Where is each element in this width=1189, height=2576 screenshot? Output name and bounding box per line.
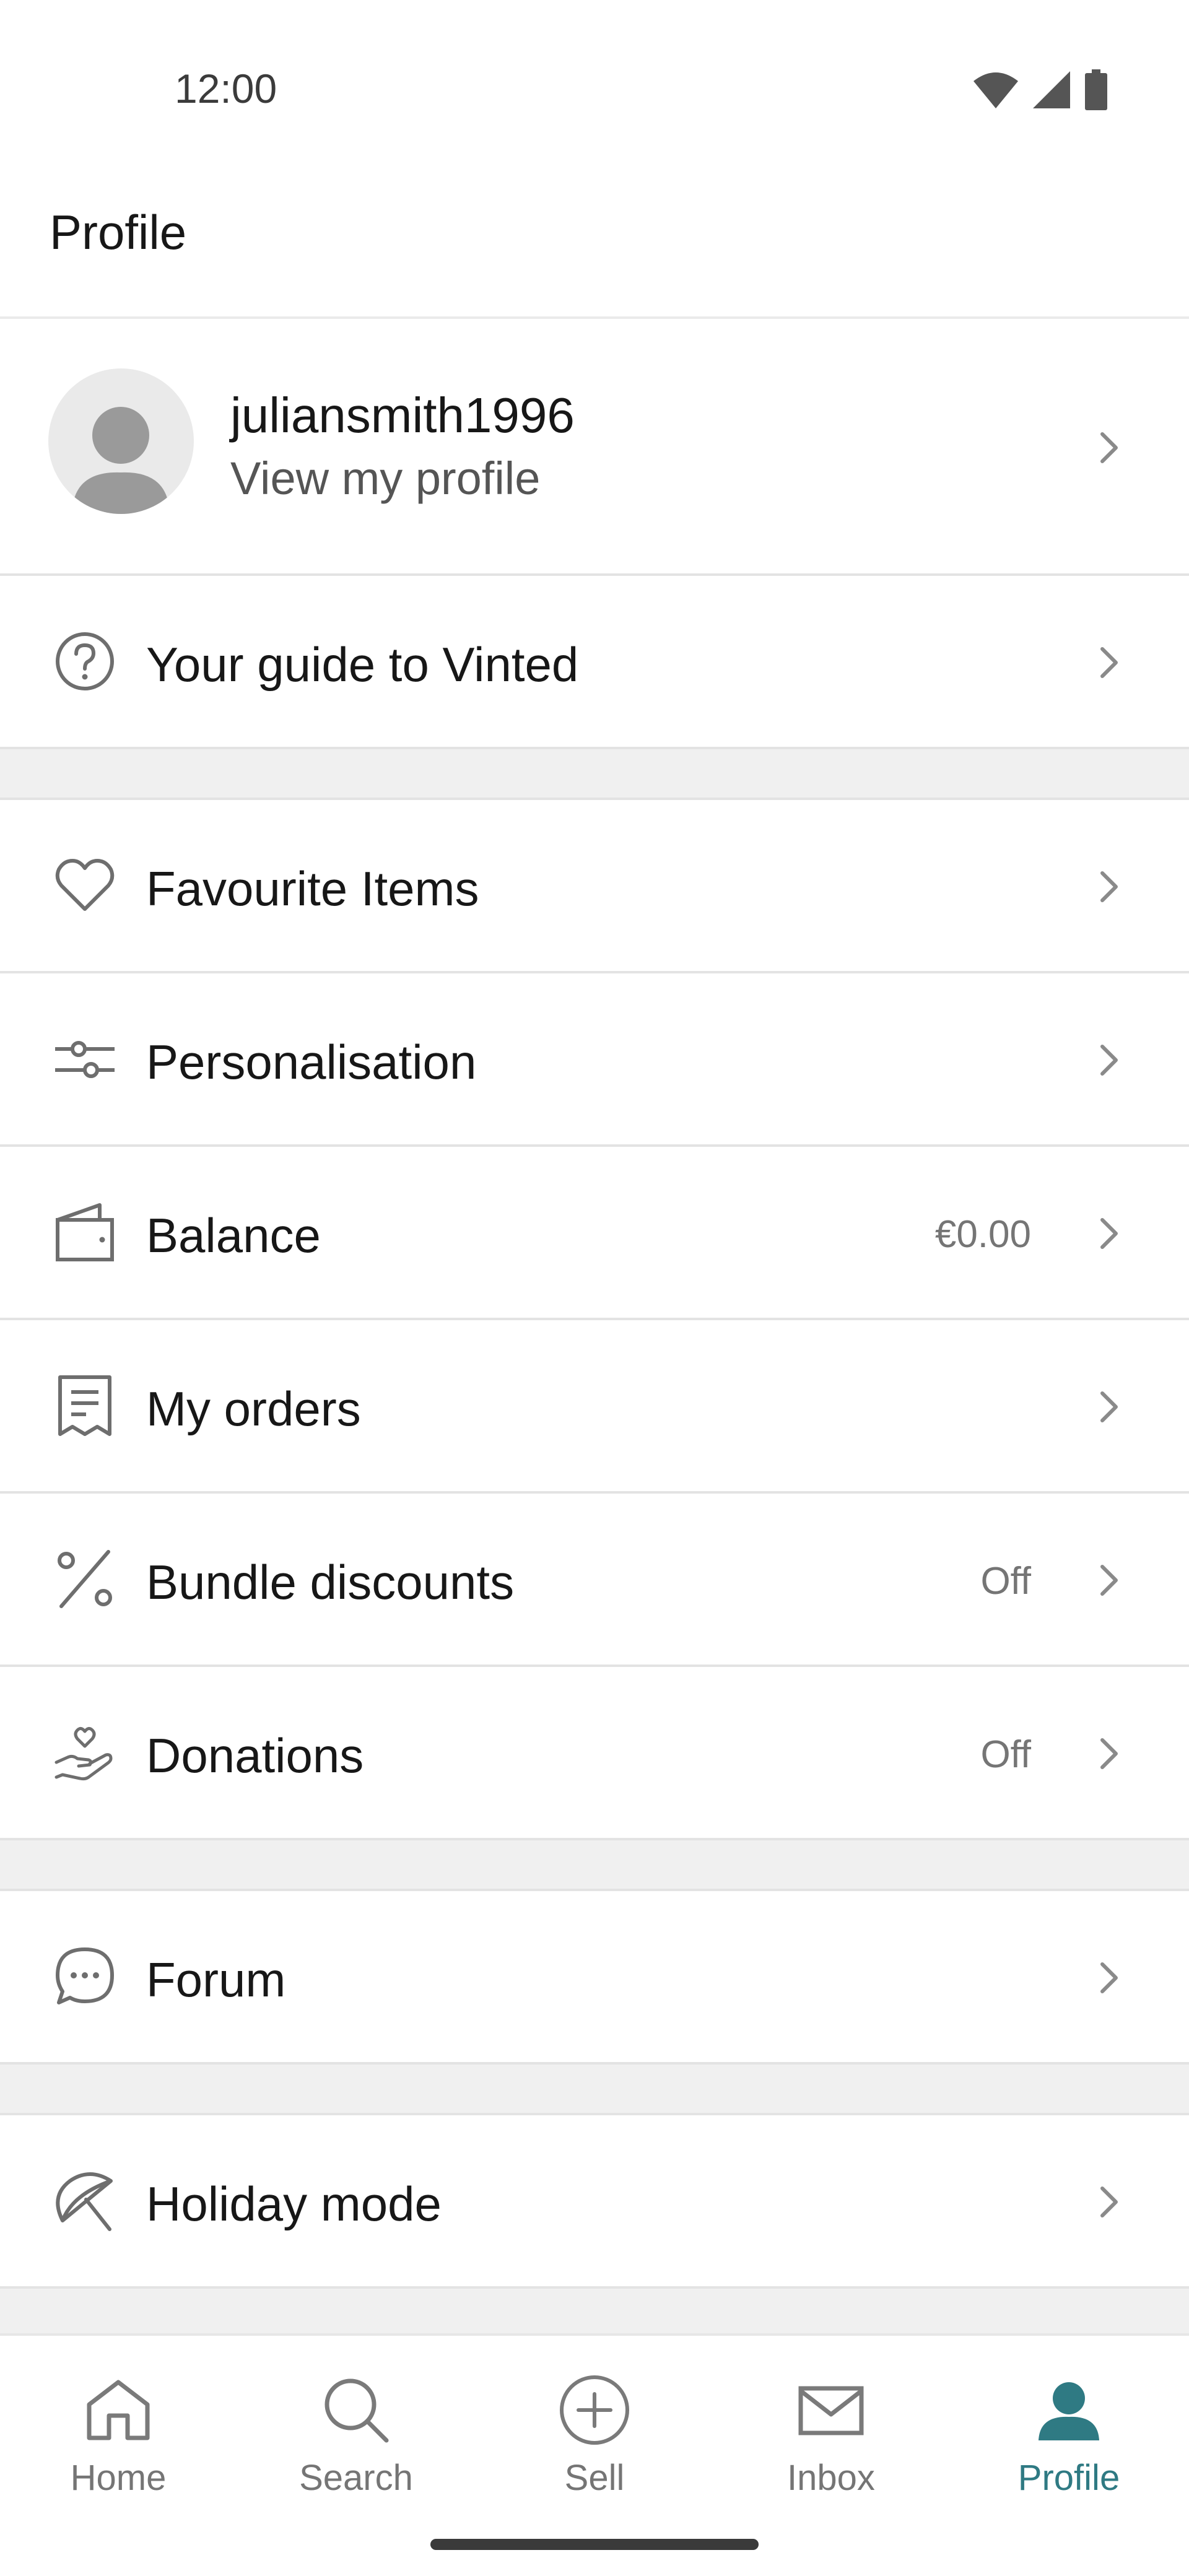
bottom-navigation: Home Search Sell Inbox Profile xyxy=(0,2333,1189,2576)
chevron-right-icon xyxy=(1100,1045,1118,1076)
chevron-right-icon xyxy=(1100,1391,1118,1422)
menu-item-orders[interactable]: My orders xyxy=(0,1320,1189,1494)
menu-item-forum[interactable]: Forum xyxy=(0,1891,1189,2065)
section-divider xyxy=(0,749,1189,800)
nav-inbox[interactable]: Inbox xyxy=(729,2373,933,2515)
chevron-right-icon xyxy=(1100,432,1118,463)
chevron-right-icon xyxy=(1100,1962,1118,1993)
umbrella-icon xyxy=(52,2168,118,2234)
nav-search[interactable]: Search xyxy=(254,2373,458,2515)
heart-icon xyxy=(52,853,118,918)
menu-item-bundle-discounts[interactable]: Bundle discounts Off xyxy=(0,1494,1189,1667)
avatar-placeholder-icon xyxy=(48,368,194,514)
menu-label: Donations xyxy=(146,1728,364,1783)
percent-icon xyxy=(52,1546,118,1612)
menu-item-personalisation[interactable]: Personalisation xyxy=(0,973,1189,1147)
nav-label: Sell xyxy=(564,2458,625,2498)
signal-icon xyxy=(1032,70,1071,113)
profile-icon xyxy=(1032,2373,1106,2447)
section-divider xyxy=(0,2065,1189,2115)
nav-sell[interactable]: Sell xyxy=(492,2373,697,2515)
menu-label: Forum xyxy=(146,1952,286,2007)
menu-label: Personalisation xyxy=(146,1035,477,1089)
nav-profile[interactable]: Profile xyxy=(967,2373,1171,2515)
chevron-right-icon xyxy=(1100,871,1118,902)
status-icons xyxy=(972,69,1108,113)
home-indicator[interactable] xyxy=(430,2539,759,2550)
status-time: 12:00 xyxy=(175,66,277,111)
nav-label: Home xyxy=(70,2458,167,2498)
wifi-icon xyxy=(972,70,1019,113)
nav-label: Profile xyxy=(1017,2458,1120,2498)
donations-status: Off xyxy=(980,1733,1031,1776)
page-header: Profile xyxy=(0,180,1189,319)
menu-item-holiday-mode[interactable]: Holiday mode xyxy=(0,2115,1189,2289)
section-divider xyxy=(0,2289,1189,2333)
chat-bubble-icon xyxy=(52,1944,118,2009)
menu-label: Holiday mode xyxy=(146,2177,442,2231)
menu-label: Favourite Items xyxy=(146,861,479,916)
search-icon xyxy=(319,2373,393,2447)
sliders-icon xyxy=(52,1026,118,1092)
wallet-icon xyxy=(52,1199,118,1265)
menu-label: My orders xyxy=(146,1382,361,1436)
menu-label: Your guide to Vinted xyxy=(146,637,579,692)
profile-username: juliansmith1996 xyxy=(230,388,575,443)
chevron-right-icon xyxy=(1100,647,1118,678)
chevron-right-icon xyxy=(1100,1738,1118,1769)
chevron-right-icon xyxy=(1100,2187,1118,2217)
receipt-icon xyxy=(52,1373,118,1438)
chevron-right-icon xyxy=(1100,1218,1118,1249)
section-divider xyxy=(0,1840,1189,1891)
bundle-status: Off xyxy=(980,1560,1031,1603)
chevron-right-icon xyxy=(1100,1565,1118,1596)
battery-icon xyxy=(1084,69,1108,113)
menu-item-balance[interactable]: Balance €0.00 xyxy=(0,1147,1189,1320)
menu-item-donations[interactable]: Donations Off xyxy=(0,1667,1189,1840)
page-title: Profile xyxy=(50,205,187,259)
status-bar: 12:00 xyxy=(0,0,1189,180)
nav-label: Search xyxy=(299,2458,413,2498)
nav-label: Inbox xyxy=(787,2458,875,2498)
donation-hand-icon xyxy=(52,1720,118,1785)
menu-label: Bundle discounts xyxy=(146,1555,515,1609)
menu-label: Balance xyxy=(146,1208,321,1263)
menu-item-guide[interactable]: Your guide to Vinted xyxy=(0,576,1189,749)
mail-icon xyxy=(794,2373,868,2447)
balance-value: €0.00 xyxy=(934,1213,1031,1256)
view-profile-link[interactable]: View my profile xyxy=(230,452,540,505)
home-icon xyxy=(81,2373,155,2447)
plus-circle-icon xyxy=(557,2373,632,2447)
profile-row[interactable]: juliansmith1996 View my profile xyxy=(0,319,1189,576)
nav-home[interactable]: Home xyxy=(16,2373,220,2515)
help-circle-icon xyxy=(52,629,118,694)
menu-item-favourites[interactable]: Favourite Items xyxy=(0,800,1189,973)
